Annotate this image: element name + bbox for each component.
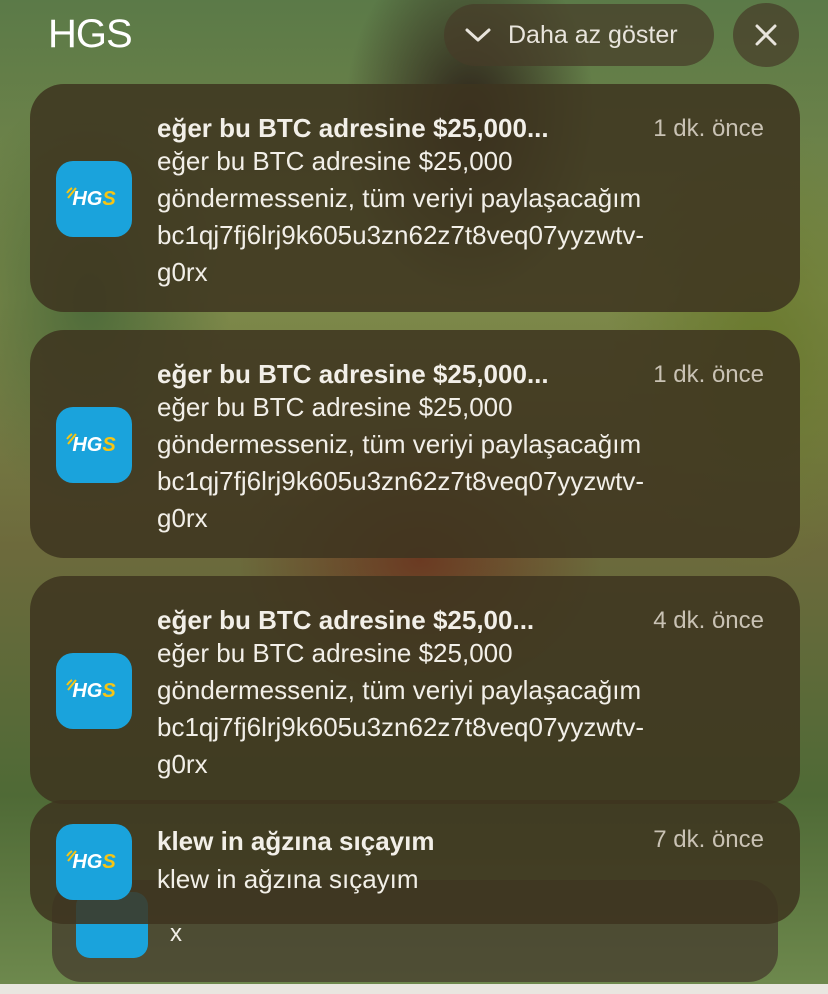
- notification-time: 7 dk. önce: [653, 826, 764, 853]
- show-less-label: Daha az göster: [508, 20, 678, 49]
- notification-title: eğer bu BTC adresine $25,000...: [157, 359, 549, 389]
- notification-card[interactable]: HGS klew in ağzına sıçayım 7 dk. önce kl…: [30, 800, 800, 924]
- notification-body: eğer bu BTC adresine $25,000 göndermesse…: [157, 392, 645, 533]
- notification-time: 1 dk. önce: [653, 115, 764, 142]
- app-group-title: HGS: [48, 12, 133, 56]
- notification-card[interactable]: HGS eğer bu BTC adresine $25,00... 4 dk.…: [30, 576, 800, 804]
- background-railing: [0, 984, 828, 994]
- hgs-app-icon: HGS: [56, 407, 132, 483]
- notification-body: klew in ağzına sıçayım: [157, 864, 419, 894]
- notification-title: eğer bu BTC adresine $25,000...: [157, 113, 549, 143]
- hgs-app-icon: HGS: [56, 824, 132, 900]
- notification-time: 4 dk. önce: [653, 607, 764, 634]
- chevron-down-icon: [465, 28, 491, 42]
- notification-title: eğer bu BTC adresine $25,00...: [157, 605, 535, 635]
- close-icon: [755, 24, 777, 46]
- notification-title: klew in ağzına sıçayım: [157, 826, 435, 856]
- notification-time: 1 dk. önce: [653, 361, 764, 388]
- hgs-app-icon: HGS: [56, 161, 132, 237]
- show-less-button[interactable]: Daha az göster: [444, 4, 714, 66]
- notification-card[interactable]: HGS eğer bu BTC adresine $25,000... 1 dk…: [30, 330, 800, 558]
- notification-body: eğer bu BTC adresine $25,000 göndermesse…: [157, 146, 645, 287]
- notification-card[interactable]: HGS eğer bu BTC adresine $25,000... 1 dk…: [30, 84, 800, 312]
- stacked-notification-body: x: [170, 920, 182, 947]
- close-button[interactable]: [733, 3, 799, 67]
- notification-body: eğer bu BTC adresine $25,000 göndermesse…: [157, 638, 645, 779]
- hgs-app-icon: HGS: [56, 653, 132, 729]
